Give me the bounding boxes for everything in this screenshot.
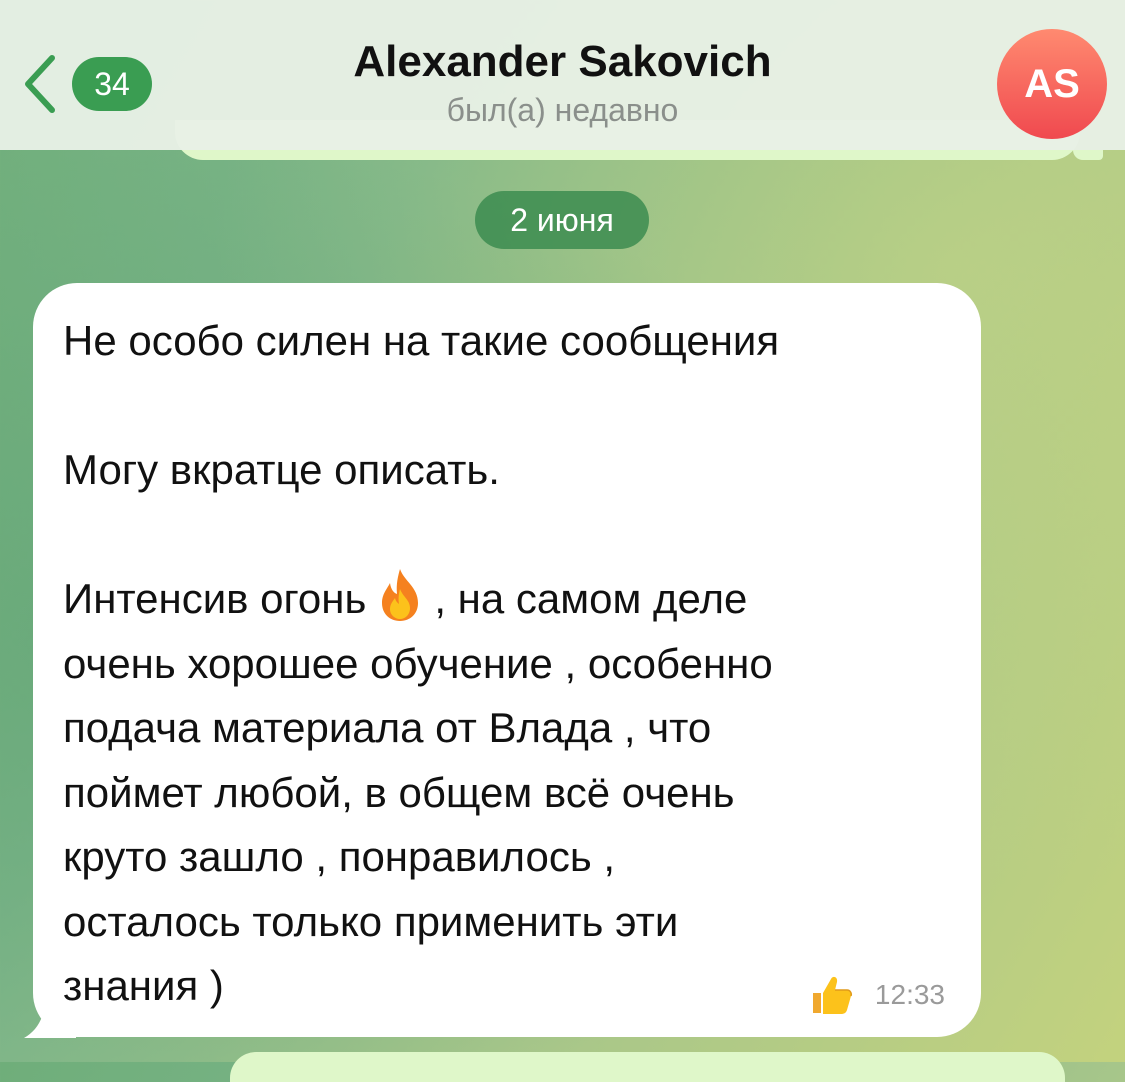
contact-name: Alexander Sakovich bbox=[353, 37, 772, 86]
incoming-message-bubble[interactable]: Не особо силен на такие сообщения Могу в… bbox=[33, 283, 981, 1037]
contact-status: был(а) недавно bbox=[446, 92, 679, 128]
message-text-part-2: , на самом деле очень хорошее обучение ,… bbox=[63, 575, 773, 1009]
avatar[interactable]: AS bbox=[997, 29, 1107, 139]
thumbs-up-icon[interactable] bbox=[809, 973, 853, 1017]
message-text: Не особо силен на такие сообщения Могу в… bbox=[63, 309, 951, 1019]
next-message-bubble bbox=[230, 1052, 1065, 1082]
message-meta: 12:33 bbox=[809, 973, 945, 1017]
chat-header: 34 Alexander Sakovich был(а) недавно AS bbox=[0, 0, 1125, 150]
message-time: 12:33 bbox=[874, 979, 945, 1010]
date-separator: 2 июня bbox=[475, 191, 649, 249]
chat-title[interactable]: Alexander Sakovich был(а) недавно bbox=[0, 36, 1125, 130]
previous-message-tail bbox=[1073, 150, 1103, 160]
fire-emoji-icon bbox=[382, 569, 419, 621]
